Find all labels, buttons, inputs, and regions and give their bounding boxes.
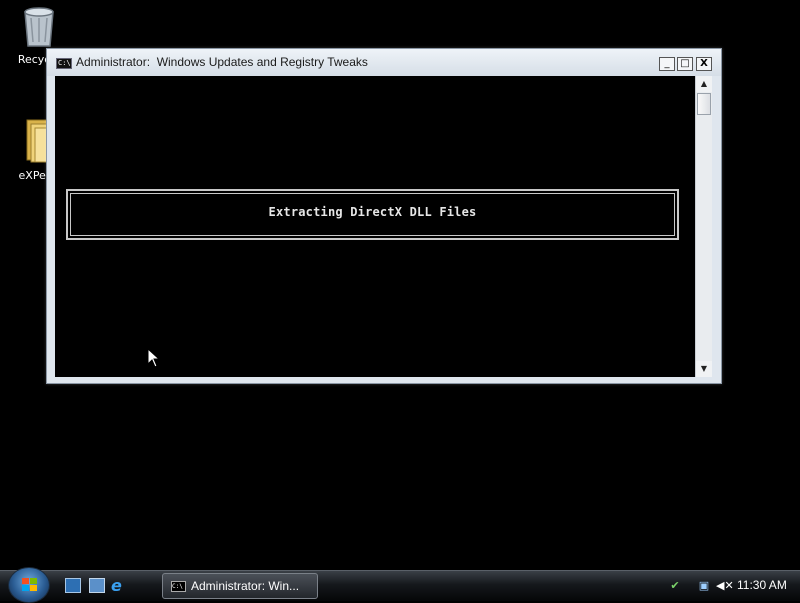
cmd-icon: C:\ <box>56 58 72 69</box>
taskbar-button-console[interactable]: C:\ Administrator: Win... <box>162 573 318 599</box>
clock[interactable]: 11:30 AM <box>737 578 787 592</box>
minimize-button[interactable]: _ <box>659 57 675 71</box>
console-area[interactable]: Extracting DirectX DLL Files <box>55 76 695 377</box>
close-button[interactable]: X <box>696 57 712 71</box>
console-window[interactable]: C:\ Administrator: Windows Updates and R… <box>46 48 722 384</box>
start-button[interactable] <box>8 567 50 603</box>
windows-logo-icon <box>22 578 38 592</box>
window-title: Administrator: Windows Updates and Regis… <box>76 55 368 69</box>
taskbar: e C:\ Administrator: Win... ✔ ▣ ◀✕ 11:30… <box>0 567 800 603</box>
internet-explorer-icon[interactable]: e <box>111 578 127 594</box>
vertical-scrollbar[interactable]: ▲ ▼ <box>695 76 712 377</box>
scrollbar-thumb[interactable] <box>697 93 711 115</box>
volume-muted-icon[interactable]: ◀✕ <box>716 579 734 593</box>
recycle-bin-icon <box>24 7 54 47</box>
cmd-icon: C:\ <box>171 581 186 592</box>
scroll-down-arrow-icon[interactable]: ▼ <box>696 361 712 377</box>
taskbar-button-label: Administrator: Win... <box>191 579 300 593</box>
scroll-up-arrow-icon[interactable]: ▲ <box>696 76 712 92</box>
switch-windows-icon[interactable] <box>89 578 105 593</box>
window-titlebar[interactable]: C:\ Administrator: Windows Updates and R… <box>47 49 721 76</box>
show-desktop-icon[interactable] <box>65 578 81 593</box>
connection-icon[interactable]: ▣ <box>697 579 711 593</box>
message-box: Extracting DirectX DLL Files <box>66 189 679 240</box>
network-icon[interactable]: ✔ <box>668 579 682 593</box>
maximize-button[interactable]: □ <box>677 57 693 71</box>
console-message: Extracting DirectX DLL Files <box>268 205 477 219</box>
mouse-cursor-icon <box>147 348 161 368</box>
